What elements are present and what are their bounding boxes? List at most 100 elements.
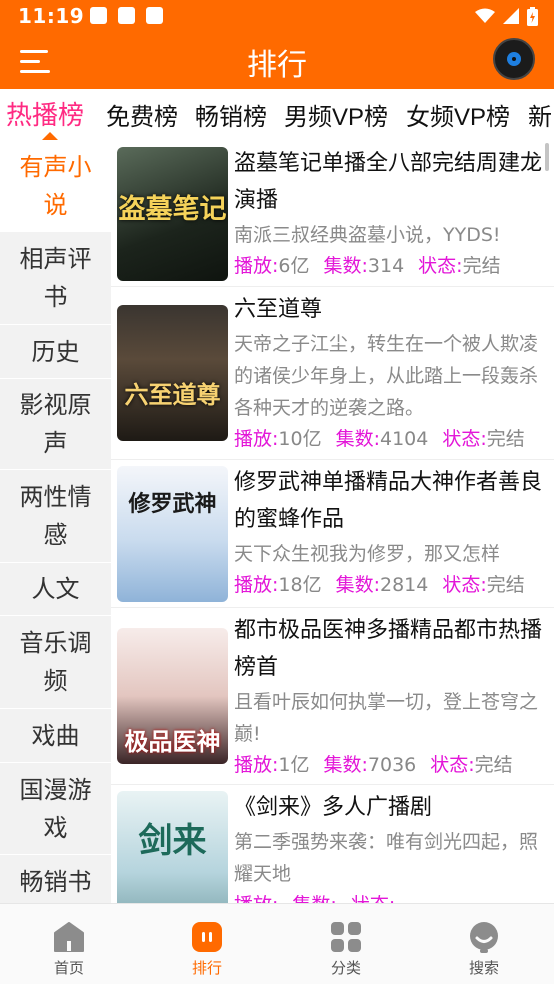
tab-bestseller[interactable]: 畅销榜 — [195, 97, 267, 132]
notification-icon — [90, 7, 107, 24]
episodes-label: 集数: — [323, 754, 368, 776]
item-info: 修罗武神单播精品大神作者善良的蜜蜂作品 天下众生视我为修罗，那又怎样 播放:18… — [234, 464, 544, 600]
cover-title: 修罗武神 — [128, 491, 217, 517]
page-title: 排行 — [247, 48, 307, 83]
sidebar-item-label: 影视原声 — [19, 391, 92, 457]
sidebar-item-label: 有声小说 — [19, 153, 92, 219]
search-icon — [470, 922, 498, 953]
sidebar-item-anime-games[interactable]: 国漫游戏 — [0, 763, 111, 855]
now-playing-disc-button[interactable] — [493, 38, 535, 80]
list-item[interactable]: 极品医神 都市极品医神多播精品都市热播榜首 且看叶辰如何执掌一切，登上苍穹之巅!… — [111, 608, 554, 785]
item-info: 盗墓笔记单播全八部完结周建龙演播 南派三叔经典盗墓小说，YYDS! 播放:6亿集… — [234, 145, 544, 281]
status-label: 状态: — [442, 574, 487, 596]
cover-title: 盗墓笔记 — [118, 194, 227, 225]
item-info: 六至道尊 天帝之子江尘，转生在一个被人欺凌的诸侯少年身上，从此踏上一段轰杀各种天… — [234, 291, 544, 454]
episodes-label: 集数: — [323, 255, 368, 277]
item-title: 盗墓笔记单播全八部完结周建龙演播 — [234, 151, 543, 213]
wifi-icon — [475, 8, 495, 23]
bottom-nav: 首页 排行 分类 搜索 — [0, 903, 554, 984]
book-cover: 修罗武神 — [117, 466, 228, 602]
sidebar-item-relationships[interactable]: 两性情感 — [0, 470, 111, 563]
item-description: 天下众生视我为修罗，那又怎样 — [234, 543, 501, 565]
signal-icon — [503, 8, 519, 24]
notification-icon — [118, 7, 135, 24]
plays-value: 18亿 — [278, 574, 322, 596]
episodes-label: 集数: — [292, 894, 336, 903]
book-cover: 六至道尊 — [117, 305, 228, 441]
episodes-value: 314 — [367, 255, 405, 277]
item-meta: 播放:1亿 集数:7036 状态:完结 — [234, 750, 544, 780]
tab-free[interactable]: 免费榜 — [106, 97, 178, 132]
book-cover: 剑来 — [117, 791, 228, 903]
item-title: 《剑来》多人广播剧 — [234, 795, 433, 820]
ranking-icon — [192, 922, 222, 952]
sidebar-item-opera[interactable]: 戏曲 — [0, 709, 111, 763]
sidebar-item-music-fm[interactable]: 音乐调频 — [0, 616, 111, 709]
nav-category-label: 分类 — [330, 959, 361, 977]
tab-male-vp[interactable]: 男频VP榜 — [284, 97, 388, 132]
nav-ranking[interactable]: 排行 — [138, 904, 276, 984]
item-meta: 播放:6亿 集数:314 状态:完结 — [234, 251, 544, 281]
category-icon — [331, 922, 361, 952]
sidebar-item-history[interactable]: 历史 — [0, 325, 111, 379]
nav-category[interactable]: 分类 — [277, 904, 415, 984]
home-icon — [54, 922, 84, 952]
plays-label: 播放: — [234, 428, 279, 450]
ranking-tabs: 热播榜 免费榜 畅销榜 男频VP榜 女频VP榜 新 — [0, 89, 554, 141]
item-title: 修罗武神单播精品大神作者善良的蜜蜂作品 — [234, 470, 543, 532]
status-label: 状态: — [430, 754, 475, 776]
sidebar-item-film-soundtrack[interactable]: 影视原声 — [0, 379, 111, 470]
status-time: 11:19 — [18, 4, 85, 28]
plays-value: 10亿 — [278, 428, 322, 450]
plays-value: 1亿 — [278, 754, 310, 776]
status-indicators — [475, 6, 538, 26]
sidebar-item-label: 历史 — [31, 337, 80, 366]
tab-female-vp[interactable]: 女频VP榜 — [406, 97, 510, 132]
cover-title: 极品医神 — [124, 727, 221, 756]
item-meta: 播放:18亿 集数:2814 状态:完结 — [234, 570, 544, 600]
sidebar-item-label: 人文 — [31, 575, 80, 603]
sidebar-item-label: 国漫游戏 — [19, 775, 92, 842]
list-item[interactable]: 剑来 《剑来》多人广播剧 第二季强势来袭：唯有剑光四起，照耀天地 播放: 集数: 状… — [111, 785, 554, 903]
tab-new[interactable]: 新 — [528, 97, 552, 132]
sidebar-item-label: 畅销书 — [19, 867, 92, 896]
sidebar-item-label: 两性情感 — [19, 483, 92, 549]
tab-hot[interactable]: 热播榜 — [6, 95, 84, 132]
item-info: 都市极品医神多播精品都市热播榜首 且看叶辰如何执掌一切，登上苍穹之巅! 播放:1… — [234, 612, 544, 780]
sidebar-item-bestseller-books[interactable]: 畅销书 — [0, 855, 111, 903]
sidebar-item-label: 音乐调频 — [19, 629, 92, 695]
episodes-value: 2814 — [380, 574, 429, 596]
plays-label: 播放: — [234, 894, 278, 903]
plays-label: 播放: — [234, 255, 279, 277]
item-description: 南派三叔经典盗墓小说，YYDS! — [234, 224, 501, 246]
list-item[interactable]: 六至道尊 六至道尊 天帝之子江尘，转生在一个被人欺凌的诸侯少年身上，从此踏上一段… — [111, 287, 554, 460]
book-cover: 盗墓笔记 — [117, 147, 228, 281]
status-value: 完结 — [486, 574, 525, 596]
sidebar-item-crosstalk[interactable]: 相声评书 — [0, 232, 111, 325]
nav-search[interactable]: 搜索 — [415, 904, 553, 984]
list-item[interactable]: 盗墓笔记 盗墓笔记单播全八部完结周建龙演播 南派三叔经典盗墓小说，YYDS! 播… — [111, 141, 554, 287]
episodes-value: 4104 — [380, 428, 429, 450]
status-value: 完结 — [474, 754, 513, 776]
status-value: 完结 — [462, 255, 501, 277]
item-title: 都市极品医神多播精品都市热播榜首 — [234, 618, 543, 680]
episodes-label: 集数: — [335, 574, 380, 596]
cover-title: 六至道尊 — [124, 380, 221, 409]
nav-home-label: 首页 — [53, 959, 84, 977]
status-label: 状态: — [351, 894, 395, 903]
plays-value: 6亿 — [278, 255, 310, 277]
battery-icon — [527, 6, 538, 26]
nav-home[interactable]: 首页 — [0, 904, 138, 984]
sidebar-item-label: 相声评书 — [19, 245, 92, 311]
status-bar: 11:19 — [0, 0, 554, 32]
list-item[interactable]: 修罗武神 修罗武神单播精品大神作者善良的蜜蜂作品 天下众生视我为修罗，那又怎样 … — [111, 460, 554, 608]
sidebar-item-humanities[interactable]: 人文 — [0, 563, 111, 616]
status-label: 状态: — [418, 255, 463, 277]
book-cover: 极品医神 — [117, 628, 228, 764]
item-meta: 播放:10亿 集数:4104 状态:完结 — [234, 424, 544, 454]
app-header: 排行 — [0, 32, 554, 89]
sidebar-item-audio-novel[interactable]: 有声小说 — [0, 141, 111, 232]
status-value: 完结 — [486, 428, 525, 450]
sidebar-item-label: 戏曲 — [31, 721, 80, 750]
nav-search-label: 搜索 — [468, 959, 499, 977]
